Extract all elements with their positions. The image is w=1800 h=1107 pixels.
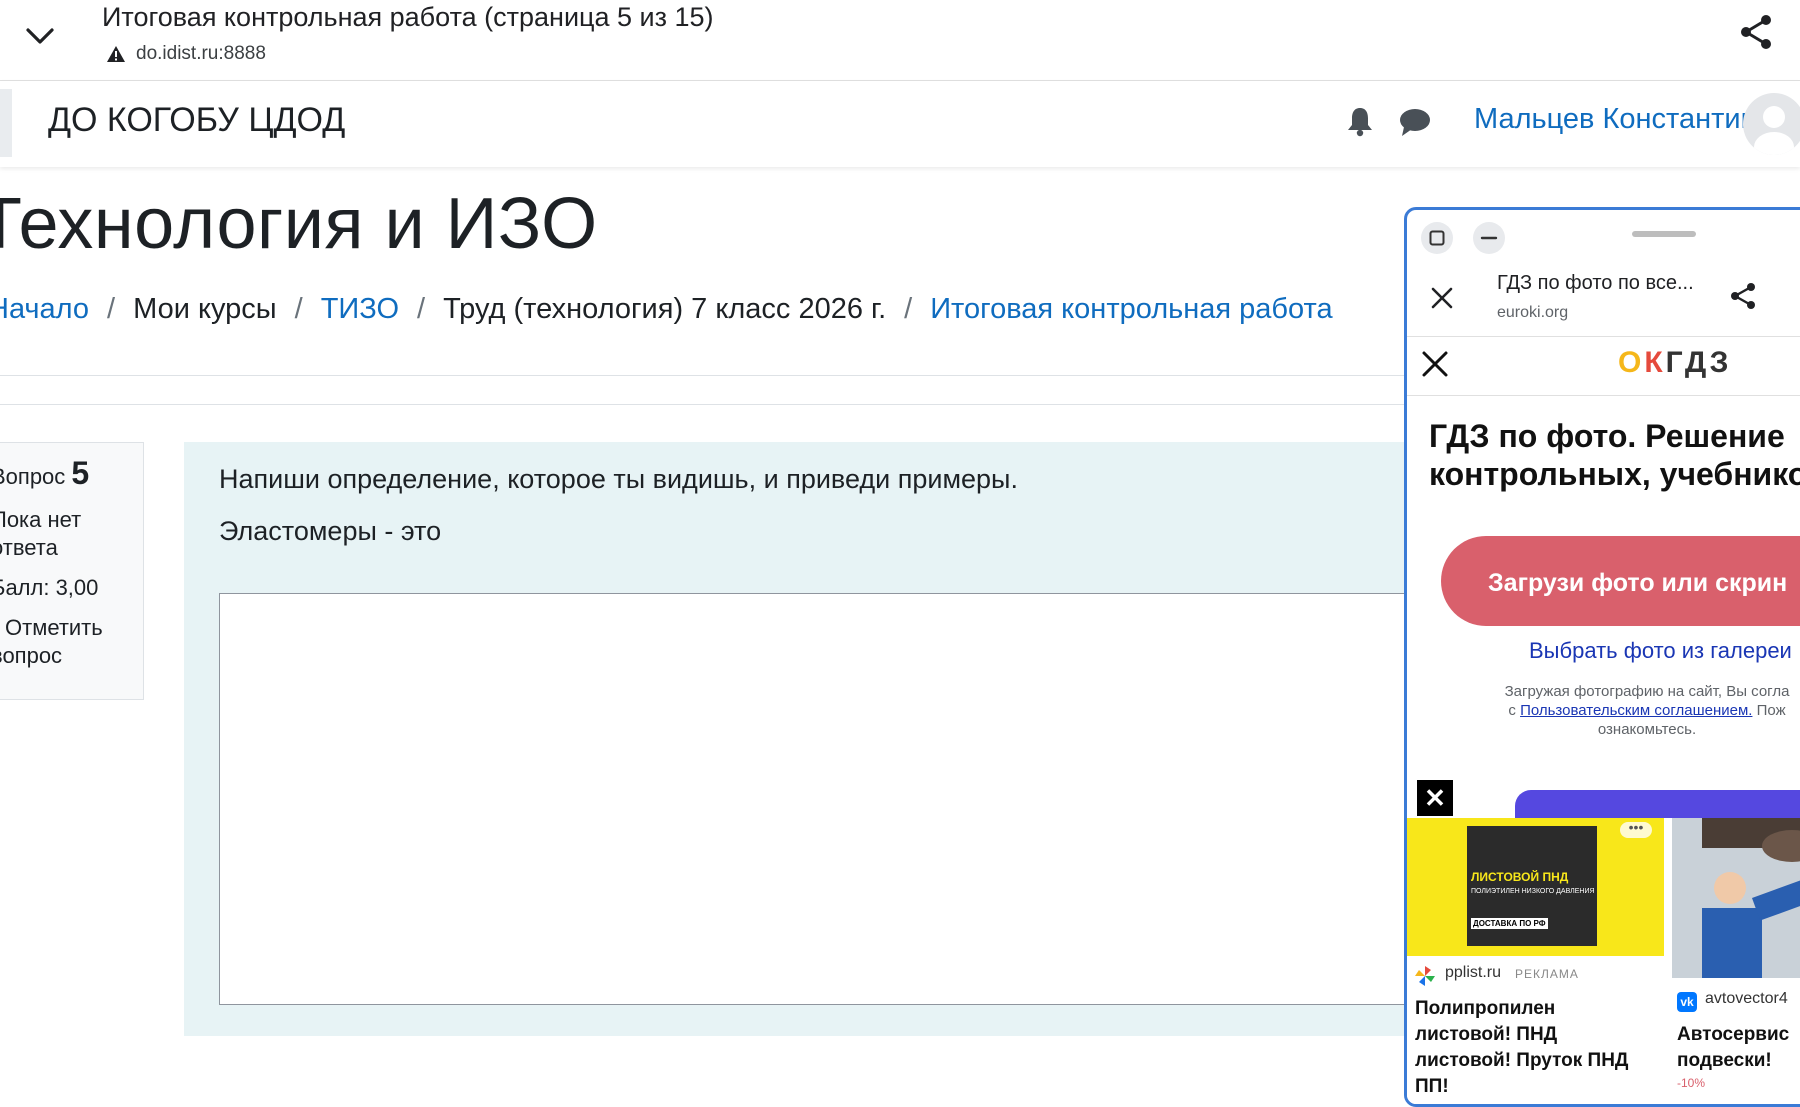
question-content: Напиши определение, которое ты видишь, и… — [184, 442, 1449, 1036]
ad-title[interactable]: Полипропилен листовой! ПНД листовой! Пру… — [1415, 996, 1655, 1100]
breadcrumb-home[interactable]: Начало — [0, 293, 89, 326]
ad-close-button[interactable]: ✕ — [1417, 780, 1453, 816]
share-icon[interactable] — [1736, 12, 1776, 52]
divider — [1407, 336, 1800, 337]
site-name[interactable]: ДО КОГОБУ ЦДОД — [48, 101, 345, 140]
floating-window-title: ГДЗ по фото по все... — [1497, 272, 1694, 294]
logo-text: ГДЗ — [1665, 346, 1732, 379]
consent-text-part: Пож — [1756, 702, 1786, 719]
divider — [1407, 395, 1800, 396]
question-number: 5 — [71, 455, 90, 491]
ad-board: ЛИСТОВОЙ ПНД ПОЛИЭТИЛЕН НИЗКОГО ДАВЛЕНИЯ… — [1467, 826, 1597, 946]
divider — [0, 404, 1420, 405]
tab-title: Итоговая контрольная работа (страница 5 … — [102, 2, 714, 32]
promo-heading: ГДЗ по фото. Решение — [1429, 418, 1785, 454]
close-icon[interactable] — [1427, 283, 1457, 313]
user-name[interactable]: Мальцев Константин — [1474, 103, 1757, 136]
consent-text-part: Загружая фотографию на сайт, Вы согла — [1504, 683, 1790, 700]
breadcrumb-separator: / — [294, 293, 303, 325]
breadcrumb-quiz[interactable]: Итоговая контрольная работа — [930, 293, 1332, 326]
breadcrumb-course[interactable]: ТИЗО — [321, 293, 399, 326]
question-info: Вопрос 5 Пока нет ответа Балл: 3,00 Отме… — [0, 442, 144, 700]
chevron-down-icon[interactable] — [22, 18, 58, 54]
ad-discount: -10% — [1677, 1076, 1706, 1090]
avatar[interactable] — [1743, 93, 1800, 155]
logo-letter-o: О — [1618, 346, 1645, 379]
question-number-row: Вопрос 5 — [0, 455, 89, 492]
ad-image[interactable]: ЛИСТОВОЙ ПНД ПОЛИЭТИЛЕН НИЗКОГО ДАВЛЕНИЯ… — [1407, 818, 1664, 956]
ad-site[interactable]: avtovector4 — [1705, 990, 1788, 1008]
more-icon[interactable]: ••• — [1620, 820, 1652, 838]
floating-window-url: euroki.org — [1497, 304, 1569, 321]
floating-browser-window[interactable]: ГДЗ по фото по все... euroki.org ОКГДЗ Г… — [1404, 207, 1800, 1107]
vk-icon: vk — [1677, 992, 1697, 1012]
question-status: Пока нет — [0, 507, 82, 532]
ad-board-title: ЛИСТОВОЙ ПНД — [1471, 870, 1569, 884]
site-navbar: ДО КОГОБУ ЦДОД Мальцев Константин — [0, 81, 1800, 167]
answer-field[interactable] — [219, 593, 1449, 1005]
gallery-link[interactable]: Выбрать фото из галереи — [1529, 638, 1792, 664]
question-label: Вопрос — [0, 464, 66, 489]
question-prompt: Эластомеры - это — [219, 516, 442, 546]
user-silhouette-icon — [1754, 106, 1794, 155]
pinwheel-icon — [1415, 966, 1435, 986]
breadcrumb-separator: / — [107, 293, 116, 325]
logo-letter-k: К — [1644, 346, 1666, 379]
ad-image[interactable] — [1672, 818, 1800, 978]
maximize-button[interactable] — [1421, 222, 1453, 254]
breadcrumb: Начало / Мои курсы / ТИЗО / Труд (технол… — [0, 293, 1333, 326]
minimize-button[interactable] — [1473, 222, 1505, 254]
mechanic-image — [1672, 818, 1800, 978]
bell-icon[interactable] — [1345, 105, 1375, 137]
ad-label: РЕКЛАМА — [1515, 967, 1579, 981]
chat-icon[interactable] — [1398, 107, 1432, 137]
flag-question-link[interactable]: Отметить — [5, 615, 103, 641]
breadcrumb-my-courses[interactable]: Мои курсы — [133, 293, 277, 326]
site-logo[interactable]: ОКГДЗ — [1618, 346, 1731, 380]
drawer-toggle[interactable] — [0, 89, 12, 157]
consent-text-part: с — [1508, 702, 1516, 719]
url-bar[interactable]: do.idist.ru:8888 — [106, 42, 266, 66]
consent-text: Загружая фотографию на сайт, Вы согла с … — [1447, 682, 1800, 739]
square-icon — [1429, 230, 1445, 246]
ad-board-delivery: ДОСТАВКА ПО РФ — [1471, 918, 1548, 929]
user-agreement-link[interactable]: Пользовательским соглашением. — [1520, 702, 1752, 719]
url-text: do.idist.ru:8888 — [136, 43, 266, 64]
breadcrumb-separator: / — [904, 293, 913, 325]
breadcrumb-separator: / — [417, 293, 426, 325]
minus-icon — [1480, 236, 1498, 240]
ad-strip: ЛИСТОВОЙ ПНД ПОЛИЭТИЛЕН НИЗКОГО ДАВЛЕНИЯ… — [1407, 818, 1800, 1104]
upload-photo-button[interactable]: Загрузи фото или скрин — [1441, 536, 1800, 626]
promo-heading-cont: контрольных, учебнико — [1429, 456, 1800, 492]
divider — [0, 375, 1420, 376]
browser-bar: Итоговая контрольная работа (страница 5 … — [0, 0, 1800, 81]
flag-question-link-cont[interactable]: вопрос — [0, 643, 62, 669]
course-title: Технология и ИЗО — [0, 184, 598, 264]
ad-site[interactable]: pplist.ru — [1445, 964, 1501, 982]
breadcrumb-section[interactable]: Труд (технология) 7 класс 2026 г. — [443, 293, 886, 326]
question-grade: Балл: 3,00 — [0, 575, 99, 600]
ad-board-subtitle: ПОЛИЭТИЛЕН НИЗКОГО ДАВЛЕНИЯ — [1471, 888, 1595, 895]
share-icon[interactable] — [1727, 280, 1759, 312]
drag-handle[interactable] — [1632, 231, 1696, 237]
question-text: Напиши определение, которое ты видишь, и… — [219, 464, 1018, 494]
question-status-cont: ответа — [0, 535, 58, 560]
consent-text-part: ознакомьтесь. — [1597, 721, 1697, 738]
warning-icon — [107, 46, 125, 62]
ad-title[interactable]: Автосервис подвески! — [1677, 1022, 1800, 1074]
close-icon[interactable] — [1419, 348, 1451, 380]
